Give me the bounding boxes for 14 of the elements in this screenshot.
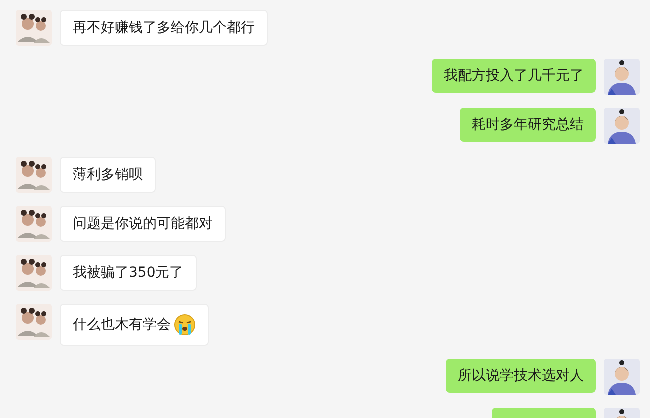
avatar-icon — [604, 359, 640, 395]
avatar-icon — [16, 206, 52, 242]
message-bubble: 薄利多销呗 — [60, 157, 156, 193]
crying-face-icon — [174, 314, 196, 336]
avatar-icon — [604, 59, 640, 95]
avatar-icon — [16, 255, 52, 291]
avatar-icon — [604, 108, 640, 144]
avatar-icon — [16, 304, 52, 340]
message-bubble: 什么也木有学会 — [60, 304, 209, 346]
message-bubble: 我被骗了350元了 — [60, 255, 197, 291]
avatar-icon — [16, 10, 52, 46]
avatar-icon — [16, 157, 52, 193]
message-bubble: 再不好赚钱了多给你几个都行 — [60, 10, 268, 46]
message-bubble: 问题是你说的可能都对 — [60, 206, 226, 242]
